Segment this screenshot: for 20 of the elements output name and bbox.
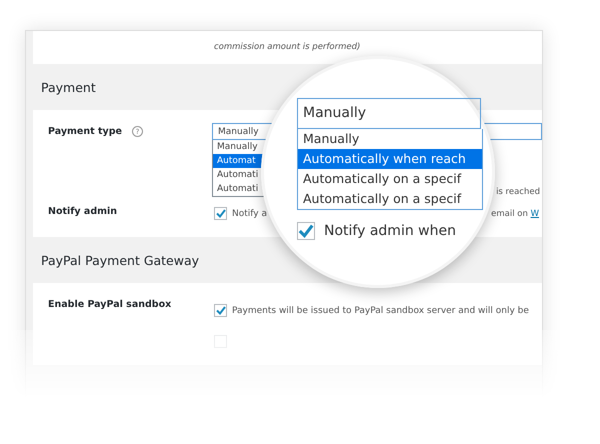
description-text: email on W bbox=[491, 208, 540, 218]
dropdown-option[interactable]: Manually bbox=[298, 129, 482, 149]
field-label: Notify admin bbox=[48, 206, 118, 217]
section-title: PayPal Payment Gateway bbox=[41, 252, 200, 268]
field-label: Enable PayPal sandbox bbox=[48, 299, 172, 310]
description-text: is reached bbox=[496, 187, 540, 197]
checkbox-label: Payments will be issued to PayPal sandbox server and will only be bbox=[232, 306, 529, 316]
checkbox[interactable] bbox=[297, 222, 315, 240]
payment-type-select[interactable]: Manually bbox=[297, 98, 481, 129]
checkbox-label: Notify admin when bbox=[324, 223, 456, 239]
commission-note: commission amount is performed) bbox=[214, 42, 360, 52]
checkbox-label: Notify a bbox=[232, 208, 267, 218]
link[interactable]: W bbox=[530, 208, 539, 218]
checkbox[interactable] bbox=[214, 304, 227, 317]
dropdown-option[interactable]: Automatically when reach bbox=[298, 149, 482, 169]
dropdown-option[interactable]: Automatically on a specif bbox=[298, 189, 482, 209]
dropdown-option[interactable]: Automatically on a specif bbox=[298, 169, 482, 189]
field-label: Payment type bbox=[48, 126, 122, 137]
checkbox[interactable] bbox=[214, 207, 227, 220]
section-title: Payment bbox=[41, 80, 96, 94]
